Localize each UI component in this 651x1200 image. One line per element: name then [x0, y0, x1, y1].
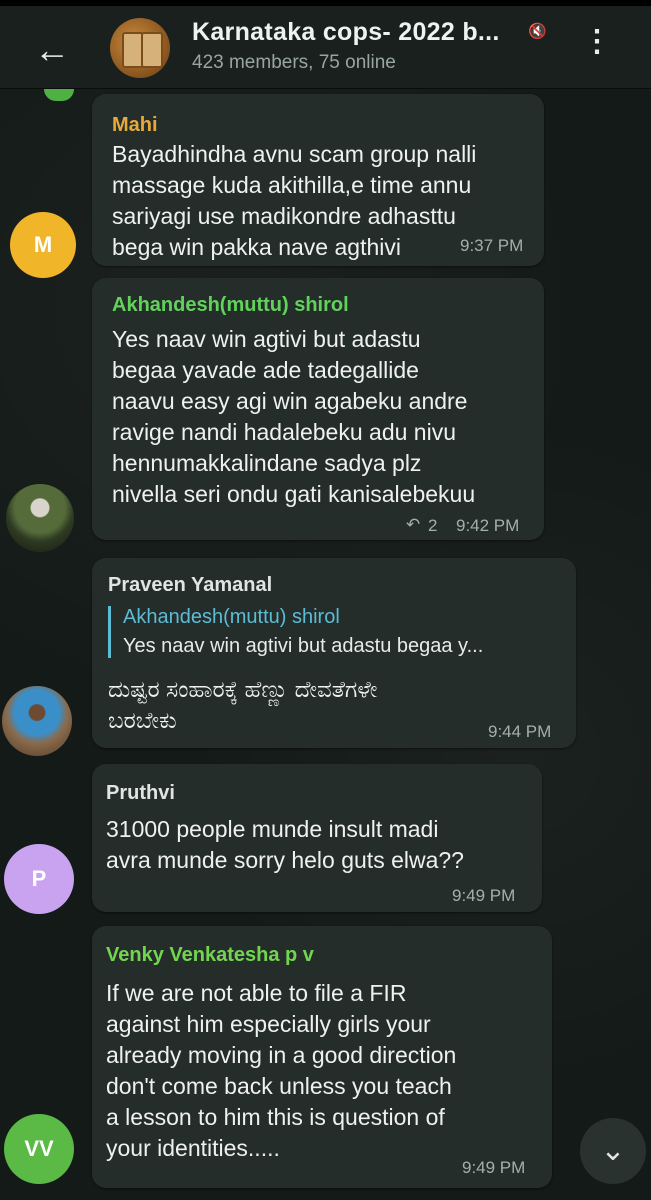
chevron-down-icon[interactable]: ⌄: [580, 1118, 646, 1184]
message-bubble[interactable]: Pruthvi 31000 people munde insult madi a…: [92, 764, 542, 912]
group-avatar[interactable]: [110, 18, 170, 78]
arrow-left-icon[interactable]: ←: [28, 26, 76, 74]
sender-name[interactable]: Venky Venkatesha p v: [106, 944, 314, 967]
chat-screen: ← Karnataka cops- 2022 b... 🔇 423 member…: [0, 0, 651, 1200]
message-text: 31000 people munde insult madi avra mund…: [106, 816, 464, 873]
reply-count[interactable]: 2: [428, 516, 437, 536]
avatar[interactable]: M: [10, 212, 76, 278]
more-vertical-icon[interactable]: ⋮: [580, 20, 614, 64]
message-text: Yes naav win agtivi but adastu begaa yav…: [112, 326, 476, 507]
avatar[interactable]: [2, 686, 72, 756]
group-title[interactable]: Karnataka cops- 2022 b...: [192, 18, 500, 47]
message-text: ದುಷ್ಟರ ಸಂಹಾರಕ್ಕೆ ಹೆಣ್ಣು ದೇವತೆಗಳೇ ಬರಬೇಕು: [108, 676, 378, 733]
avatar[interactable]: P: [4, 844, 74, 914]
message-bubble[interactable]: Mahi Bayadhindha avnu scam group nalli m…: [92, 94, 544, 266]
avatar[interactable]: VV: [4, 1114, 74, 1184]
sender-name[interactable]: Praveen Yamanal: [108, 574, 272, 597]
sender-name[interactable]: Mahi: [112, 114, 158, 137]
message-text: Bayadhindha avnu scam group nalli massag…: [112, 141, 477, 260]
message-bubble[interactable]: Venky Venkatesha p v If we are not able …: [92, 926, 552, 1188]
message-time: 9:49 PM: [462, 1158, 526, 1177]
speaker-muted-icon: 🔇: [528, 23, 547, 40]
member-count: 423 members, 75 online: [192, 52, 396, 73]
sender-name[interactable]: Akhandesh(muttu) shirol: [112, 294, 349, 317]
sender-name[interactable]: Pruthvi: [106, 782, 175, 805]
message-time: 9:42 PM: [456, 516, 520, 535]
quote-text: Yes naav win agtivi but adastu begaa y..…: [123, 635, 484, 657]
quoted-message[interactable]: Akhandesh(muttu) shirol Yes naav win agt…: [108, 606, 483, 658]
message-text: If we are not able to file a FIR against…: [106, 980, 457, 1161]
quote-author: Akhandesh(muttu) shirol: [123, 606, 340, 628]
message-bubble[interactable]: Praveen Yamanal Akhandesh(muttu) shirol …: [92, 558, 576, 748]
message-time: 9:37 PM: [460, 236, 524, 255]
reply-arrow-icon[interactable]: ↶: [406, 515, 420, 535]
avatar[interactable]: [6, 484, 74, 552]
chat-header: ← Karnataka cops- 2022 b... 🔇 423 member…: [0, 6, 651, 89]
message-time: 9:44 PM: [488, 722, 552, 741]
message-time: 9:49 PM: [452, 886, 516, 905]
book-icon: [141, 32, 163, 68]
avatar-partial: [44, 89, 74, 101]
message-bubble[interactable]: Akhandesh(muttu) shirol Yes naav win agt…: [92, 278, 544, 540]
